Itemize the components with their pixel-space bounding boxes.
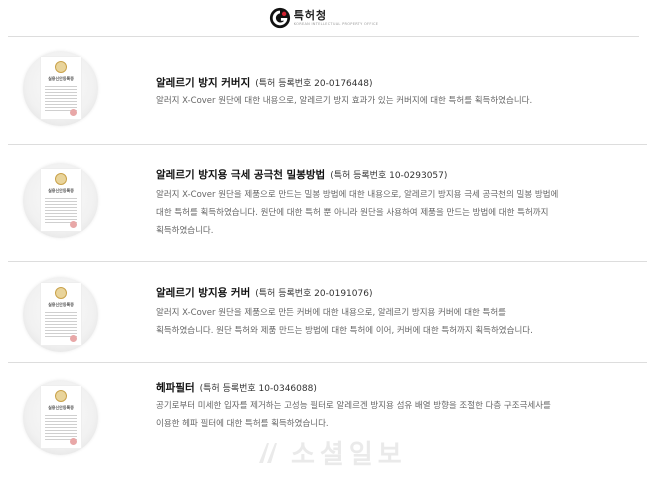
page-header: 특허청 KOREAN INTELLECTUAL PROPERTY OFFICE [0,0,647,36]
certificate-title: 실용신안등록증 [48,76,74,81]
patent-title: 알레르기 방지용 극세 공극천 밀봉방법 [156,169,326,181]
patent-registration-number: (특허 등록번호 20-0176448) [255,79,373,89]
patent-list: 실용신안등록증 알레르기 방지 커버지 (특허 등록번호 20-0176448) … [8,37,647,481]
kipo-logo: 특허청 KOREAN INTELLECTUAL PROPERTY OFFICE [269,7,379,29]
description-line: 획득하였습니다. 원단 특허와 제품 만드는 방법에 대한 특허에 이어, 커버… [156,326,533,336]
stamp-icon [70,438,77,445]
description-line: 획득하였습니다. [156,226,214,236]
certificate-seal-icon [55,173,67,185]
description-line: 알러지 X-Cover 원단에 대한 내용으로, 알레르기 방지 효과가 있는 … [156,96,533,106]
description-line: 대한 특허를 획득하였습니다. 원단에 대한 특허 뿐 아니라 원단을 사용하여… [156,208,549,218]
patent-title: 알레르기 방지 커버지 [156,77,251,89]
stamp-icon [70,109,77,116]
certificate-title: 실용신안등록증 [48,405,74,410]
certificate-seal-icon [55,61,67,73]
patent-item: 실용신안등록증 알레르기 방지용 커버 (특허 등록번호 20-0191076) … [8,262,647,363]
certificate-text-lines [45,84,77,112]
certificate-icon: 실용신안등록증 [40,385,82,449]
patent-description: 알러지 X-Cover 원단을 제품으로 만드는 밀봉 방법에 대한 내용으로,… [156,186,596,240]
description-line: 알러지 X-Cover 원단을 제품으로 만드는 밀봉 방법에 대한 내용으로,… [156,190,559,200]
patent-item: 실용신안등록증 알레르기 방지용 극세 공극천 밀봉방법 (특허 등록번호 10-… [8,145,647,262]
patent-registration-number: (특허 등록번호 10-0293057) [330,171,448,181]
stamp-icon [70,221,77,228]
certificate-thumbnail: 실용신안등록증 [23,277,98,352]
certificate-title: 실용신안등록증 [48,188,74,193]
description-line: 이용한 헤파 필터에 대한 특허를 획득하였습니다. [156,419,329,429]
patent-registration-number: (특허 등록번호 20-0191076) [255,289,373,299]
certificate-icon: 실용신안등록증 [40,168,82,232]
certificate-title: 실용신안등록증 [48,302,74,307]
certificate-text-lines [45,196,77,224]
patent-title: 알레르기 방지용 커버 [156,287,251,299]
description-line: 알러지 X-Cover 원단을 제품으로 만든 커버에 대한 내용으로, 알레르… [156,308,507,318]
patent-description: 알러지 X-Cover 원단에 대한 내용으로, 알레르기 방지 효과가 있는 … [156,92,596,110]
patent-item: 실용신안등록증 헤파필터 (특허 등록번호 10-0346088) 공기로부터 미… [8,363,647,481]
kipo-logo-icon [269,7,290,29]
logo-text: 특허청 [293,8,328,22]
patent-description: 알러지 X-Cover 원단을 제품으로 만든 커버에 대한 내용으로, 알레르… [156,304,596,340]
description-line: 공기로부터 미세한 입자를 제거하는 고성능 필터로 알레르겐 방지용 섬유 배… [156,401,551,411]
certificate-text-lines [45,413,77,441]
stamp-icon [70,335,77,342]
patent-item: 실용신안등록증 알레르기 방지 커버지 (특허 등록번호 20-0176448) … [8,37,647,145]
patent-title-row: 알레르기 방지용 극세 공극천 밀봉방법 (특허 등록번호 10-0293057) [156,167,447,182]
certificate-seal-icon [55,390,67,402]
patent-title-row: 알레르기 방지용 커버 (특허 등록번호 20-0191076) [156,285,372,300]
certificate-thumbnail: 실용신안등록증 [23,380,98,455]
patent-title: 헤파필터 [156,382,195,394]
patent-title-row: 알레르기 방지 커버지 (특허 등록번호 20-0176448) [156,75,372,90]
certificate-icon: 실용신안등록증 [40,56,82,120]
patent-description: 공기로부터 미세한 입자를 제거하는 고성능 필터로 알레르겐 방지용 섬유 배… [156,397,596,433]
patent-title-row: 헤파필터 (특허 등록번호 10-0346088) [156,380,317,395]
logo-subtext: KOREAN INTELLECTUAL PROPERTY OFFICE [293,21,379,26]
patent-registration-number: (특허 등록번호 10-0346088) [199,384,317,394]
certificate-icon: 실용신안등록증 [40,282,82,346]
certificate-text-lines [45,310,77,338]
certificate-thumbnail: 실용신안등록증 [23,163,98,238]
certificate-seal-icon [55,287,67,299]
certificate-thumbnail: 실용신안등록증 [23,51,98,126]
